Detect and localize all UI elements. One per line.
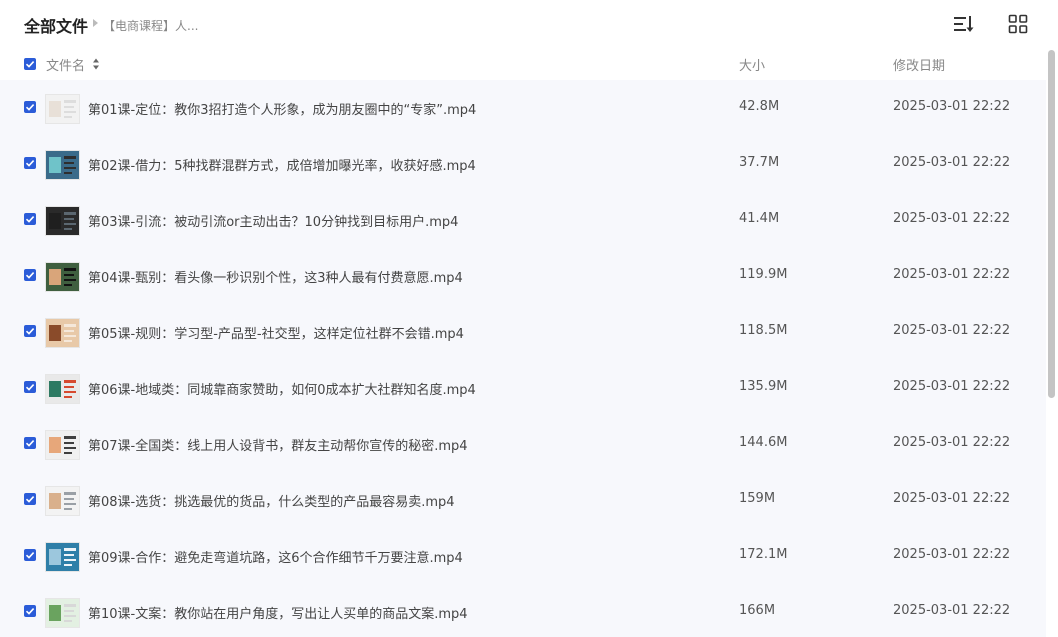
file-size: 119.9M — [739, 267, 788, 282]
file-name[interactable]: 第07课-全国类：线上用人设背书，群友主动帮你宣传的秘密.mp4 — [88, 435, 468, 454]
video-thumbnail-icon[interactable] — [45, 318, 80, 348]
file-name[interactable]: 第02课-借力：5种找群混群方式，成倍增加曝光率，收获好感.mp4 — [88, 155, 476, 174]
checkmark-icon — [25, 272, 35, 279]
file-name[interactable]: 第10课-文案：教你站在用户角度，写出让人买单的商品文案.mp4 — [88, 603, 468, 622]
column-header-date[interactable]: 修改日期 — [893, 55, 945, 74]
column-header-size[interactable]: 大小 — [739, 55, 765, 74]
checkmark-icon — [25, 160, 35, 167]
scrollbar-thumb[interactable] — [1048, 50, 1055, 398]
file-size: 42.8M — [739, 99, 780, 114]
file-name[interactable]: 第06课-地域类：同城靠商家赞助，如何0成本扩大社群知名度.mp4 — [88, 379, 476, 398]
thumbnail-image — [46, 543, 79, 571]
thumbnail-image — [46, 319, 79, 347]
file-size: 172.1M — [739, 547, 788, 562]
breadcrumb-current-folder[interactable]: 【电商课程】人... — [103, 17, 198, 34]
file-checkbox[interactable] — [24, 213, 36, 225]
file-modified-date: 2025-03-01 22:22 — [893, 99, 1011, 114]
grid-view-button[interactable] — [1006, 12, 1030, 36]
file-row[interactable]: 第05课-规则：学习型-产品型-社交型，这样定位社群不会错.mp4 118.5M 2… — [0, 304, 1046, 360]
file-size: 166M — [739, 603, 776, 618]
file-modified-date: 2025-03-01 22:22 — [893, 323, 1011, 338]
file-modified-date: 2025-03-01 22:22 — [893, 211, 1011, 226]
thumbnail-image — [46, 95, 79, 123]
file-modified-date: 2025-03-01 22:22 — [893, 435, 1011, 450]
file-modified-date: 2025-03-01 22:22 — [893, 379, 1011, 394]
checkmark-icon — [25, 384, 35, 391]
sort-toggle-icon[interactable] — [93, 57, 99, 71]
thumbnail-image — [46, 431, 79, 459]
file-checkbox[interactable] — [24, 605, 36, 617]
checkmark-icon — [25, 552, 35, 559]
file-row[interactable]: 第02课-借力：5种找群混群方式，成倍增加曝光率，收获好感.mp4 37.7M 20… — [0, 136, 1046, 192]
file-checkbox[interactable] — [24, 493, 36, 505]
file-checkbox[interactable] — [24, 269, 36, 281]
file-row[interactable]: 第06课-地域类：同城靠商家赞助，如何0成本扩大社群知名度.mp4 135.9M 2… — [0, 360, 1046, 416]
file-modified-date: 2025-03-01 22:22 — [893, 547, 1011, 562]
checkmark-icon — [25, 608, 35, 615]
video-thumbnail-icon[interactable] — [45, 94, 80, 124]
file-row[interactable]: 第10课-文案：教你站在用户角度，写出让人买单的商品文案.mp4 166M 2025… — [0, 584, 1046, 637]
thumbnail-image — [46, 207, 79, 235]
checkmark-icon — [25, 496, 35, 503]
video-thumbnail-icon[interactable] — [45, 430, 80, 460]
file-name[interactable]: 第04课-甄别：看头像一秒识别个性，这3种人最有付费意愿.mp4 — [88, 267, 463, 286]
file-modified-date: 2025-03-01 22:22 — [893, 267, 1011, 282]
file-name[interactable]: 第08课-选货：挑选最优的货品，什么类型的产品最容易卖.mp4 — [88, 491, 455, 510]
checkmark-icon — [25, 440, 35, 447]
thumbnail-image — [46, 375, 79, 403]
file-modified-date: 2025-03-01 22:22 — [893, 603, 1011, 618]
file-checkbox[interactable] — [24, 157, 36, 169]
checkmark-icon — [25, 216, 35, 223]
video-thumbnail-icon[interactable] — [45, 206, 80, 236]
list-header: 文件名 大小 修改日期 — [0, 48, 1046, 80]
file-row[interactable]: 第01课-定位：教你3招打造个人形象，成为朋友圈中的“专家”.mp4 42.8M 2… — [0, 80, 1046, 136]
column-header-name[interactable]: 文件名 — [46, 55, 85, 74]
file-row[interactable]: 第07课-全国类：线上用人设背书，群友主动帮你宣传的秘密.mp4 144.6M 20… — [0, 416, 1046, 472]
file-size: 159M — [739, 491, 776, 506]
select-all-checkbox[interactable] — [24, 58, 36, 70]
file-row[interactable]: 第03课-引流：被动引流or主动出击？10分钟找到目标用户.mp4 41.4M 20… — [0, 192, 1046, 248]
file-row[interactable]: 第04课-甄别：看头像一秒识别个性，这3种人最有付费意愿.mp4 119.9M 20… — [0, 248, 1046, 304]
checkmark-icon — [25, 328, 35, 335]
checkmark-icon — [25, 61, 35, 68]
grid-view-icon — [1008, 14, 1028, 34]
video-thumbnail-icon[interactable] — [45, 262, 80, 292]
file-row[interactable]: 第08课-选货：挑选最优的货品，什么类型的产品最容易卖.mp4 159M 2025-… — [0, 472, 1046, 528]
file-size: 41.4M — [739, 211, 780, 226]
top-bar: 全部文件 【电商课程】人... — [0, 0, 1058, 48]
file-checkbox[interactable] — [24, 325, 36, 337]
file-modified-date: 2025-03-01 22:22 — [893, 155, 1011, 170]
sort-icon — [954, 16, 974, 32]
video-thumbnail-icon[interactable] — [45, 598, 80, 628]
file-name[interactable]: 第05课-规则：学习型-产品型-社交型，这样定位社群不会错.mp4 — [88, 323, 464, 342]
file-modified-date: 2025-03-01 22:22 — [893, 491, 1011, 506]
breadcrumb-separator-icon — [93, 19, 98, 27]
video-thumbnail-icon[interactable] — [45, 150, 80, 180]
file-checkbox[interactable] — [24, 381, 36, 393]
thumbnail-image — [46, 263, 79, 291]
file-checkbox[interactable] — [24, 101, 36, 113]
file-checkbox[interactable] — [24, 437, 36, 449]
file-size: 37.7M — [739, 155, 780, 170]
root-folder-link[interactable]: 全部文件 — [24, 13, 88, 37]
thumbnail-image — [46, 599, 79, 627]
file-size: 144.6M — [739, 435, 788, 450]
thumbnail-image — [46, 151, 79, 179]
video-thumbnail-icon[interactable] — [45, 486, 80, 516]
checkmark-icon — [25, 104, 35, 111]
video-thumbnail-icon[interactable] — [45, 542, 80, 572]
file-row[interactable]: 第09课-合作：避免走弯道坑路，这6个合作细节千万要注意.mp4 172.1M 20… — [0, 528, 1046, 584]
file-size: 118.5M — [739, 323, 788, 338]
file-name[interactable]: 第09课-合作：避免走弯道坑路，这6个合作细节千万要注意.mp4 — [88, 547, 463, 566]
file-name[interactable]: 第01课-定位：教你3招打造个人形象，成为朋友圈中的“专家”.mp4 — [88, 99, 476, 118]
file-size: 135.9M — [739, 379, 788, 394]
file-checkbox[interactable] — [24, 549, 36, 561]
thumbnail-image — [46, 487, 79, 515]
file-list: 第01课-定位：教你3招打造个人形象，成为朋友圈中的“专家”.mp4 42.8M 2… — [0, 80, 1046, 637]
video-thumbnail-icon[interactable] — [45, 374, 80, 404]
sort-button[interactable] — [952, 12, 976, 36]
file-name[interactable]: 第03课-引流：被动引流or主动出击？10分钟找到目标用户.mp4 — [88, 211, 458, 230]
